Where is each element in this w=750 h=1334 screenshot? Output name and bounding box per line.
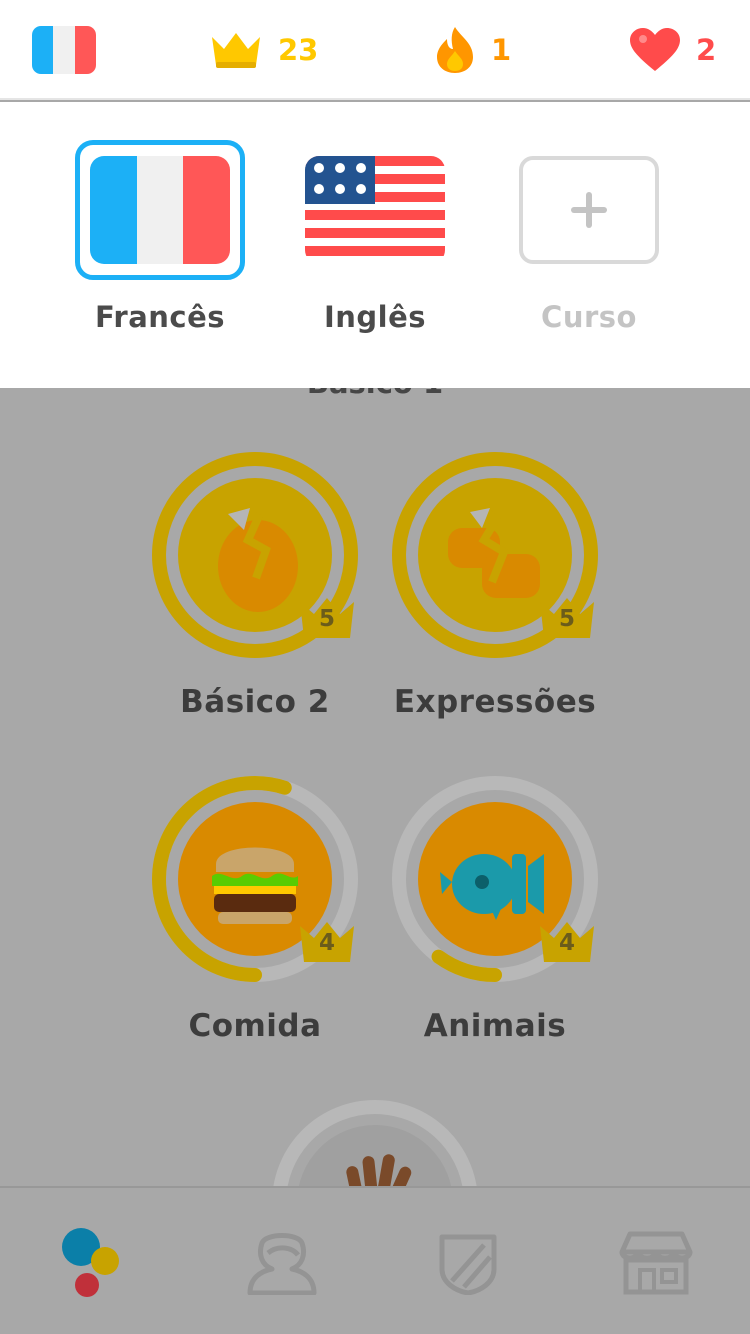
french-flag-icon[interactable] [32, 26, 96, 74]
skill-name: Básico 2 [180, 684, 330, 720]
crowns-counter[interactable]: 23 [208, 24, 318, 76]
skill-basico-2[interactable]: 5 Básico 2 [135, 450, 375, 720]
course-label: Curso [541, 300, 637, 334]
flame-icon [437, 27, 473, 73]
crown-level: 4 [558, 930, 575, 956]
nav-learn[interactable] [42, 1218, 142, 1308]
nav-shop[interactable] [606, 1218, 706, 1308]
course-label: Francês [94, 300, 226, 334]
skill-name: Animais [423, 1008, 567, 1044]
us-flag-icon [305, 156, 445, 264]
course-switcher-panel: Francês Inglês Curso [0, 102, 750, 388]
add-course-button[interactable]: Curso [489, 140, 689, 334]
crown-level-badge: 4 [296, 916, 358, 968]
crown-level-badge: 5 [536, 592, 598, 644]
learn-icon [62, 1228, 119, 1297]
course-label: Inglês [323, 300, 427, 334]
crown-level: 4 [318, 930, 335, 956]
skill-comida[interactable]: 4 Comida [135, 774, 375, 1044]
plus-icon [519, 156, 659, 264]
course-french-selected-frame [75, 140, 245, 280]
course-english[interactable]: Inglês [275, 140, 475, 334]
skill-progress-ring: 5 [150, 450, 360, 660]
french-flag-icon [90, 156, 230, 264]
shop-icon [619, 1231, 693, 1295]
course-french[interactable]: Francês [60, 140, 260, 334]
hand-icon [346, 1154, 412, 1186]
top-stats-bar: 23 1 2 [0, 0, 750, 100]
add-course-frame [504, 140, 674, 280]
streak-count: 1 [491, 33, 512, 67]
nav-profile[interactable] [232, 1218, 332, 1308]
skill-animais[interactable]: 4 Animais [375, 774, 615, 1044]
profile-icon [247, 1233, 317, 1295]
skill-expressoes[interactable]: 5 Expressões [375, 450, 615, 720]
crown-icon [212, 33, 260, 68]
crowns-count: 23 [278, 33, 319, 67]
streak-counter[interactable]: 1 [433, 24, 511, 76]
hearts-count: 2 [696, 33, 717, 67]
skill-name: Comida [188, 1008, 322, 1044]
crown-level: 5 [558, 606, 575, 632]
course-english-frame [290, 140, 460, 280]
skill-progress-ring: 4 [390, 774, 600, 984]
crown-level-badge: 5 [296, 592, 358, 644]
crown-level-badge: 4 [536, 916, 598, 968]
skill-name: Expressões [393, 684, 597, 720]
heart-icon [630, 28, 680, 71]
bottom-navigation [0, 1186, 750, 1334]
skill-next-partial[interactable] [270, 1098, 480, 1186]
hearts-counter[interactable]: 2 [628, 24, 716, 76]
skill-tree: Básico 1 5 Básico 2 [0, 388, 750, 1186]
leagues-shield-icon [439, 1234, 497, 1295]
skill-progress-ring: 4 [150, 774, 360, 984]
section-label-partial: Básico 1 [0, 388, 750, 400]
nav-leagues[interactable] [418, 1218, 518, 1308]
crown-level: 5 [318, 606, 335, 632]
skill-progress-ring: 5 [390, 450, 600, 660]
